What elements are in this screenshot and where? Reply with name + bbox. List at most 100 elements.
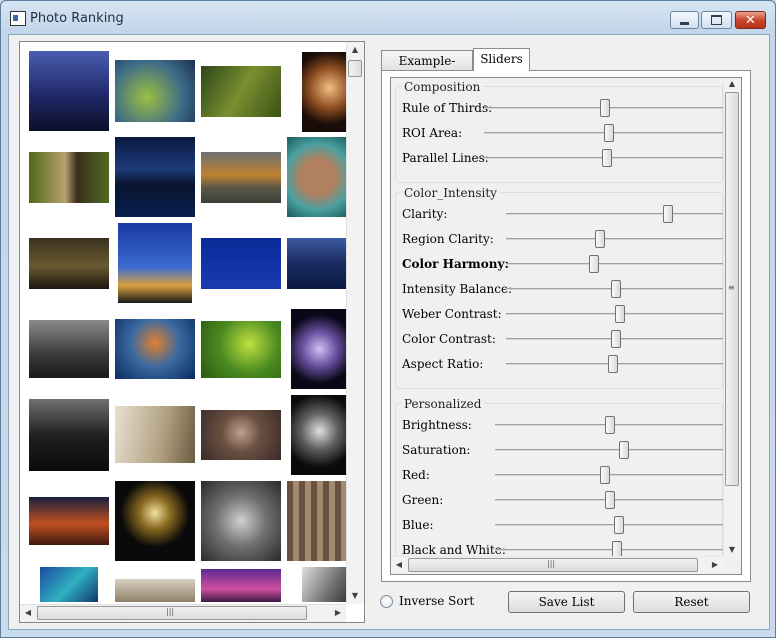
slider-handle[interactable]	[608, 355, 619, 373]
slider-handle[interactable]	[663, 205, 674, 223]
scrollbar-thumb[interactable]: |||	[408, 558, 698, 572]
photo-thumbnail[interactable]	[115, 406, 195, 463]
inverse-sort-radio[interactable]	[380, 595, 393, 608]
slider-track[interactable]	[506, 263, 723, 265]
slider-track[interactable]	[495, 524, 723, 526]
group-title: Color_Intensity	[401, 186, 500, 200]
photo-thumbnail[interactable]	[115, 579, 195, 602]
slider-group: Composition Rule of Thirds: ROI Area: Paral…	[395, 80, 723, 183]
maximize-button[interactable]	[701, 11, 732, 29]
photo-thumbnail[interactable]	[40, 567, 98, 602]
sliders-vertical-scrollbar[interactable]: ▲ ≡ ▼	[723, 78, 741, 556]
photo-thumbnail[interactable]	[201, 66, 281, 117]
scroll-left-icon[interactable]: ◀	[391, 557, 407, 573]
scroll-down-icon[interactable]: ▼	[347, 588, 363, 604]
group-title: Composition	[401, 80, 484, 94]
slider-handle[interactable]	[618, 441, 629, 459]
sliders-horizontal-scrollbar[interactable]: ◀ ||| ▶	[391, 556, 723, 574]
photo-thumbnail[interactable]	[201, 410, 281, 460]
slider-handle[interactable]	[604, 124, 615, 142]
photo-thumbnail[interactable]	[287, 481, 346, 561]
slider-track[interactable]	[495, 549, 723, 551]
minimize-icon	[680, 21, 689, 25]
scroll-up-icon[interactable]: ▲	[724, 78, 740, 92]
slider-handle[interactable]	[605, 491, 615, 509]
slider-label: Blue:	[402, 518, 434, 532]
slider-label: Parallel Lines:	[402, 151, 489, 165]
photo-thumbnail[interactable]	[291, 395, 346, 475]
photo-thumbnail[interactable]	[201, 152, 281, 203]
slider-row: Brightness:	[396, 414, 723, 438]
slider-handle[interactable]	[614, 305, 625, 323]
scroll-right-icon[interactable]: ▶	[707, 557, 723, 573]
slider-row: Clarity:	[396, 203, 723, 227]
photo-list-horizontal-scrollbar[interactable]: ◀ ||| ▶	[20, 604, 346, 622]
minimize-button[interactable]	[670, 11, 699, 29]
close-button[interactable]: ✕	[735, 11, 766, 29]
slider-handle[interactable]	[595, 230, 606, 248]
slider-handle[interactable]	[601, 149, 612, 167]
photo-thumbnail[interactable]	[201, 238, 281, 289]
window-title: Photo Ranking	[30, 11, 124, 26]
photo-grid	[20, 42, 346, 602]
slider-handle[interactable]	[614, 516, 625, 534]
scrollbar-thumb[interactable]: |||	[37, 606, 307, 620]
photo-thumbnail[interactable]	[29, 51, 109, 131]
reset-button[interactable]: Reset	[633, 591, 750, 613]
slider-row: Weber Contrast:	[396, 303, 723, 327]
slider-track[interactable]	[506, 238, 723, 240]
slider-handle[interactable]	[610, 280, 621, 298]
photo-thumbnail[interactable]	[29, 320, 109, 378]
slider-label: Saturation:	[402, 443, 471, 457]
slider-groups: Composition Rule of Thirds: ROI Area: Paral…	[391, 78, 723, 556]
slider-row: Parallel Lines:	[396, 147, 723, 171]
scrollbar-thumb[interactable]	[348, 60, 362, 77]
slider-handle[interactable]	[610, 330, 621, 348]
photo-thumbnail[interactable]	[29, 399, 109, 471]
close-icon: ✕	[745, 12, 756, 28]
tab-sliders[interactable]: Sliders	[473, 48, 530, 71]
slider-handle[interactable]	[611, 541, 622, 556]
photo-thumbnail[interactable]	[29, 497, 109, 545]
photo-thumbnail[interactable]	[201, 569, 281, 602]
photo-thumbnail[interactable]	[201, 321, 281, 378]
slider-row: Green:	[396, 489, 723, 513]
slider-row: Rule of Thirds:	[396, 97, 723, 121]
slider-label: Clarity:	[402, 207, 448, 221]
photo-thumbnail[interactable]	[302, 567, 346, 602]
save-list-button[interactable]: Save List	[508, 591, 625, 613]
slider-label: Aspect Ratio:	[402, 357, 484, 371]
photo-thumbnail[interactable]	[29, 152, 109, 203]
scroll-down-icon[interactable]: ▼	[724, 542, 740, 558]
photo-thumbnail[interactable]	[115, 137, 195, 217]
photo-thumbnail[interactable]	[115, 319, 195, 379]
scrollbar-thumb[interactable]: ≡	[725, 92, 739, 486]
inverse-sort-label[interactable]: Inverse Sort	[399, 594, 474, 608]
title-bar[interactable]: Photo Ranking ✕	[1, 1, 775, 35]
photo-thumbnail[interactable]	[291, 309, 346, 389]
tab-example-based[interactable]: Example-based	[381, 50, 473, 88]
photo-thumbnail[interactable]	[29, 238, 109, 289]
sliders-tab-page: Composition Rule of Thirds: ROI Area: Paral…	[381, 70, 751, 582]
slider-track[interactable]	[506, 213, 723, 215]
photo-thumbnail[interactable]	[302, 52, 346, 132]
slider-handle[interactable]	[599, 99, 610, 117]
grip-icon: ≡	[728, 283, 735, 292]
photo-thumbnail[interactable]	[115, 60, 195, 122]
slider-track[interactable]	[495, 449, 723, 451]
photo-thumbnail[interactable]	[201, 481, 281, 561]
slider-row: ROI Area:	[396, 122, 723, 146]
photo-list[interactable]: ▲ ▼ ◀ ||| ▶	[19, 41, 365, 623]
slider-handle[interactable]	[605, 416, 615, 434]
photo-thumbnail[interactable]	[287, 137, 346, 217]
slider-handle[interactable]	[588, 255, 599, 273]
photo-thumbnail[interactable]	[118, 223, 192, 303]
grip-icon: |||	[547, 559, 556, 568]
scroll-left-icon[interactable]: ◀	[20, 605, 36, 621]
photo-thumbnail[interactable]	[287, 238, 346, 289]
scroll-up-icon[interactable]: ▲	[347, 42, 363, 58]
slider-handle[interactable]	[600, 466, 611, 484]
photo-thumbnail[interactable]	[115, 481, 195, 561]
scroll-right-icon[interactable]: ▶	[330, 605, 346, 621]
photo-list-vertical-scrollbar[interactable]: ▲ ▼	[346, 42, 364, 604]
